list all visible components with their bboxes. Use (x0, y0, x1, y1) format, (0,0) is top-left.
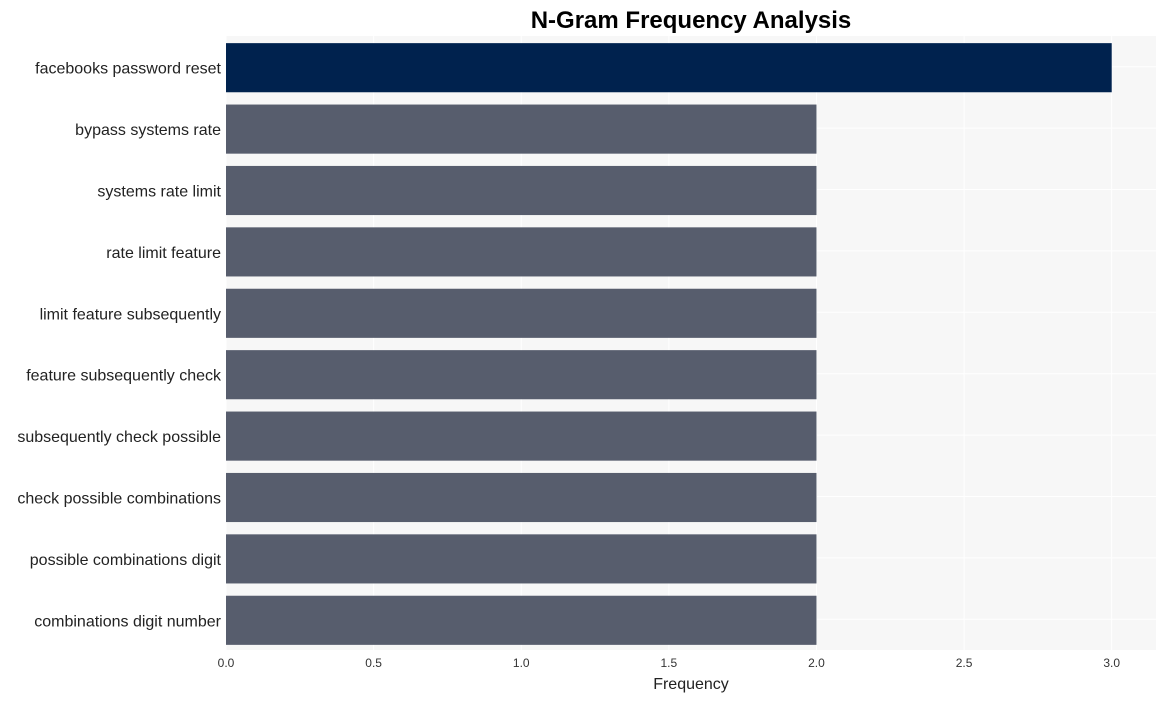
y-axis-labels: facebooks password reset bypass systems r… (17, 61, 222, 631)
x-tick-label: 2.5 (956, 656, 973, 670)
bar-combinations-digit-number (226, 595, 817, 645)
y-tick-label: rate limit feature (106, 245, 221, 262)
x-tick-label: 1.0 (513, 656, 530, 670)
bar-feature-subsequently-check (226, 350, 817, 400)
y-tick-label: systems rate limit (97, 184, 221, 201)
y-tick-label: combinations digit number (34, 613, 221, 630)
chart-title: N-Gram Frequency Analysis (531, 7, 852, 34)
bar-possible-combinations-digit (226, 534, 817, 584)
bar-systems-rate-limit (226, 165, 817, 216)
y-tick-label: bypass systems rate (75, 122, 221, 139)
x-axis-ticks: 0.0 0.5 1.0 1.5 2.0 2.5 3.0 (218, 656, 1121, 670)
bar-subsequently-check-possible (226, 411, 817, 461)
y-tick-label: check possible combinations (17, 491, 221, 508)
bar-bypass-systems-rate (226, 104, 817, 154)
x-tick-label: 1.5 (661, 656, 678, 670)
bar-rate-limit-feature (226, 227, 817, 277)
y-tick-label: possible combinations digit (30, 552, 222, 569)
x-tick-label: 0.0 (218, 656, 235, 670)
y-tick-label: feature subsequently check (26, 368, 222, 385)
bar-facebooks-password-reset (226, 43, 1112, 93)
y-tick-label: facebooks password reset (35, 61, 221, 78)
y-tick-label: subsequently check possible (17, 429, 221, 446)
x-tick-label: 2.0 (808, 656, 825, 670)
y-tick-label: limit feature subsequently (40, 306, 221, 323)
x-tick-label: 3.0 (1103, 656, 1120, 670)
bar-check-possible-combinations (226, 472, 817, 523)
x-axis-label: Frequency (653, 676, 729, 693)
bar-limit-feature-subsequently (226, 288, 817, 338)
chart: facebooks password reset bypass systems r… (17, 7, 1156, 693)
x-tick-label: 0.5 (365, 656, 382, 670)
